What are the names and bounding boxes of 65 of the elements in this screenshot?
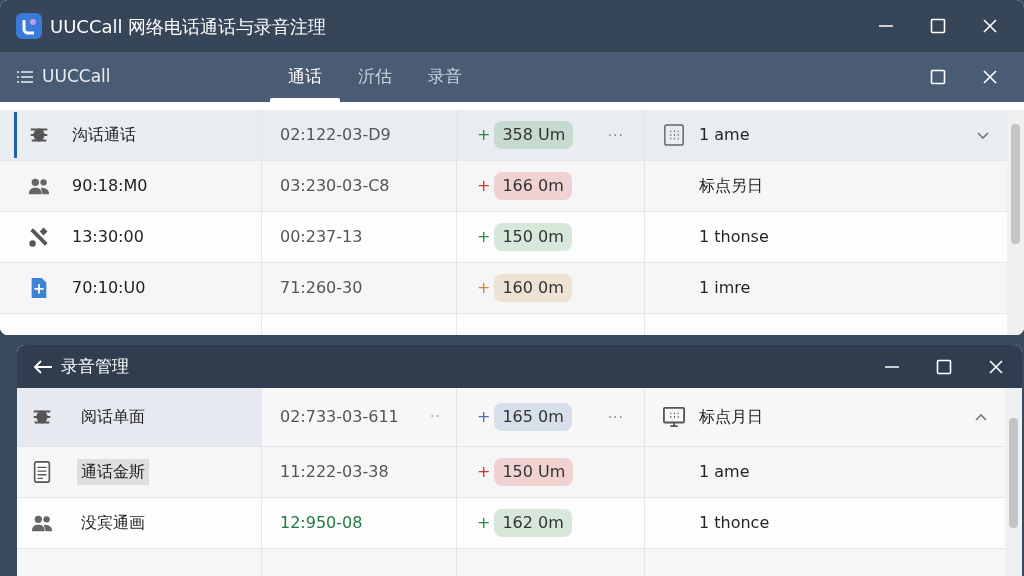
name-cell-text: 阅话单面 (80, 406, 146, 428)
detail-cell-text: 1 thonse (699, 226, 769, 248)
table-row[interactable]: 阅话单面 02:733-03-611 ·· + 165 0m ··· 标点月日 (17, 388, 1005, 447)
sign-text: + (477, 461, 491, 483)
document-icon (31, 461, 53, 483)
sign-text: + (477, 226, 491, 248)
sign-text: + (477, 277, 491, 299)
time-cell-text: 02:733-03-611 (280, 406, 399, 428)
calculator-icon (663, 124, 685, 146)
detail-cell-text: 标点另日 (699, 175, 763, 197)
time-cell-text: 12:950-08 (280, 512, 363, 534)
name-cell-text: 沟话通话 (71, 124, 137, 146)
time-cell-text: 71:260-30 (280, 277, 363, 299)
window-title: 录音管理 (61, 354, 129, 378)
sign-text: + (477, 406, 491, 428)
table-row[interactable]: 70:10:U0 71:260-30 + 160 0m 1 imre (0, 263, 1007, 314)
sign-text: + (477, 175, 491, 197)
dots-text: ·· (429, 406, 440, 428)
table-row[interactable]: 没宾通画 12:950-08 + 162 0m 1 thonce (17, 498, 1005, 549)
sign-text: + (477, 512, 491, 534)
scrollbar[interactable] (1005, 388, 1022, 576)
maximize-icon (930, 18, 946, 34)
amount-badge: 160 0m (494, 274, 572, 302)
detail-cell-text: 1 thonce (699, 512, 770, 534)
minimize-icon (884, 365, 900, 368)
close-icon (988, 358, 1004, 375)
tab[interactable]: 通话 (270, 52, 340, 102)
minimize-icon (878, 25, 894, 27)
amount-badge: 166 0m (494, 172, 572, 200)
time-cell-text: 03:230-03-C8 (280, 175, 390, 197)
time-cell-text: 11:222-03-38 (280, 461, 389, 483)
table-row[interactable]: 90:18:M0 03:230-03-C8 + 166 0m 标点另日 (0, 161, 1007, 212)
restore-icon (930, 69, 946, 85)
detail-cell-text: 标点月日 (699, 406, 763, 428)
amount-badge: 358 Um (494, 121, 574, 149)
detail-cell-text: 1 ame (699, 124, 750, 146)
back-arrow-icon[interactable] (33, 358, 53, 375)
menu-icon[interactable] (16, 69, 34, 85)
name-cell-text: 13:30:00 (71, 226, 145, 248)
amount-badge: 162 0m (494, 509, 572, 537)
app-name: UUCCall (42, 65, 112, 89)
maximize-icon (936, 358, 952, 375)
detail-cell-text: 1 ame (699, 461, 750, 483)
app-logo-icon (16, 13, 42, 39)
monitor-icon (663, 406, 685, 428)
amount-badge: 150 Um (494, 458, 574, 486)
close-icon (982, 69, 998, 85)
time-cell-text: 00:237-13 (280, 226, 363, 248)
amount-badge: 150 0m (494, 223, 572, 251)
table-row[interactable]: 13:30:00 00:237-13 + 150 0m 1 thonse (0, 212, 1007, 263)
tab[interactable]: 录音 (410, 52, 480, 102)
tab[interactable]: 沂估 (340, 52, 410, 102)
table-row[interactable]: 沟话通话 02:122-03-D9 + 358 Um ··· 1 ame (0, 110, 1007, 161)
name-cell-text: 70:10:U0 (71, 277, 147, 299)
close-icon (982, 18, 998, 34)
time-cell-text: 02:122-03-D9 (280, 124, 391, 146)
name-cell-text: 没宾通画 (80, 512, 146, 534)
amount-badge: 165 0m (494, 403, 572, 431)
name-cell: 通话金斯 (77, 459, 149, 485)
sign-text: + (477, 124, 491, 146)
window-title: UUCCall 网络电话通话与录音注理 (50, 14, 327, 39)
name-cell-text: 90:18:M0 (71, 175, 149, 197)
detail-cell-text: 1 imre (699, 277, 751, 299)
scrollbar[interactable] (1007, 110, 1024, 335)
table-row[interactable]: 通话金斯 11:222-03-38 + 150 Um 1 ame (17, 447, 1005, 498)
